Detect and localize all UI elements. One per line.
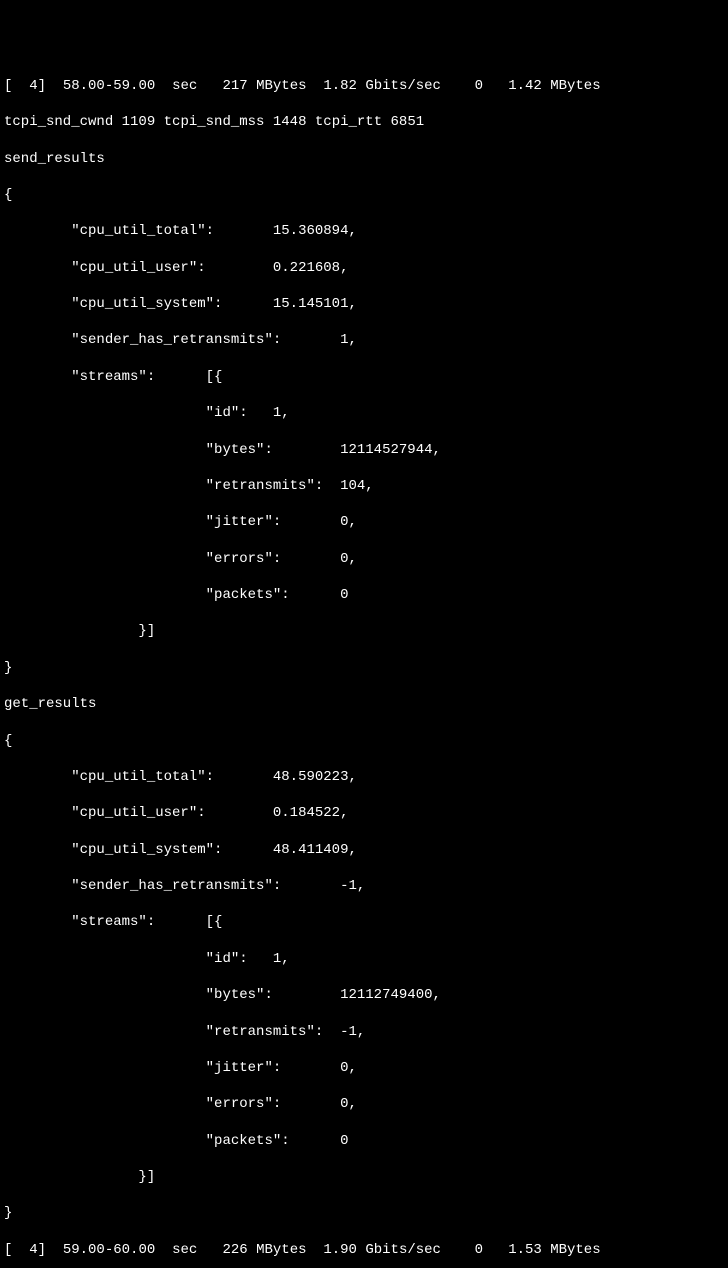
stream-id-send: "id": 1,	[4, 404, 724, 422]
cpu-util-user-send: "cpu_util_user": 0.221608,	[4, 259, 724, 277]
stream-bytes-get: "bytes": 12112749400,	[4, 986, 724, 1004]
streams-open-get: "streams": [{	[4, 913, 724, 931]
stream-retransmits-get: "retransmits": -1,	[4, 1023, 724, 1041]
cpu-util-user-get: "cpu_util_user": 0.184522,	[4, 804, 724, 822]
sender-retransmits-send: "sender_has_retransmits": 1,	[4, 331, 724, 349]
sender-retransmits-get: "sender_has_retransmits": -1,	[4, 877, 724, 895]
open-brace-get: {	[4, 732, 724, 750]
interval-line-1: [ 4] 58.00-59.00 sec 217 MBytes 1.82 Gbi…	[4, 77, 724, 95]
stream-errors-get: "errors": 0,	[4, 1095, 724, 1113]
close-brace-get: }	[4, 1204, 724, 1222]
interval-line-2: [ 4] 59.00-60.00 sec 226 MBytes 1.90 Gbi…	[4, 1241, 724, 1259]
cpu-util-system-get: "cpu_util_system": 48.411409,	[4, 841, 724, 859]
stream-jitter-get: "jitter": 0,	[4, 1059, 724, 1077]
get-results-label: get_results	[4, 695, 724, 713]
stream-bytes-send: "bytes": 12114527944,	[4, 441, 724, 459]
send-results-label: send_results	[4, 150, 724, 168]
stream-retransmits-send: "retransmits": 104,	[4, 477, 724, 495]
stream-errors-send: "errors": 0,	[4, 550, 724, 568]
tcp-info-line: tcpi_snd_cwnd 1109 tcpi_snd_mss 1448 tcp…	[4, 113, 724, 131]
stream-packets-get: "packets": 0	[4, 1132, 724, 1150]
close-brace-send: }	[4, 659, 724, 677]
cpu-util-total-get: "cpu_util_total": 48.590223,	[4, 768, 724, 786]
open-brace: {	[4, 186, 724, 204]
stream-id-get: "id": 1,	[4, 950, 724, 968]
cpu-util-total-send: "cpu_util_total": 15.360894,	[4, 222, 724, 240]
stream-packets-send: "packets": 0	[4, 586, 724, 604]
streams-close-get: }]	[4, 1168, 724, 1186]
streams-close-send: }]	[4, 622, 724, 640]
cpu-util-system-send: "cpu_util_system": 15.145101,	[4, 295, 724, 313]
streams-open-send: "streams": [{	[4, 368, 724, 386]
stream-jitter-send: "jitter": 0,	[4, 513, 724, 531]
